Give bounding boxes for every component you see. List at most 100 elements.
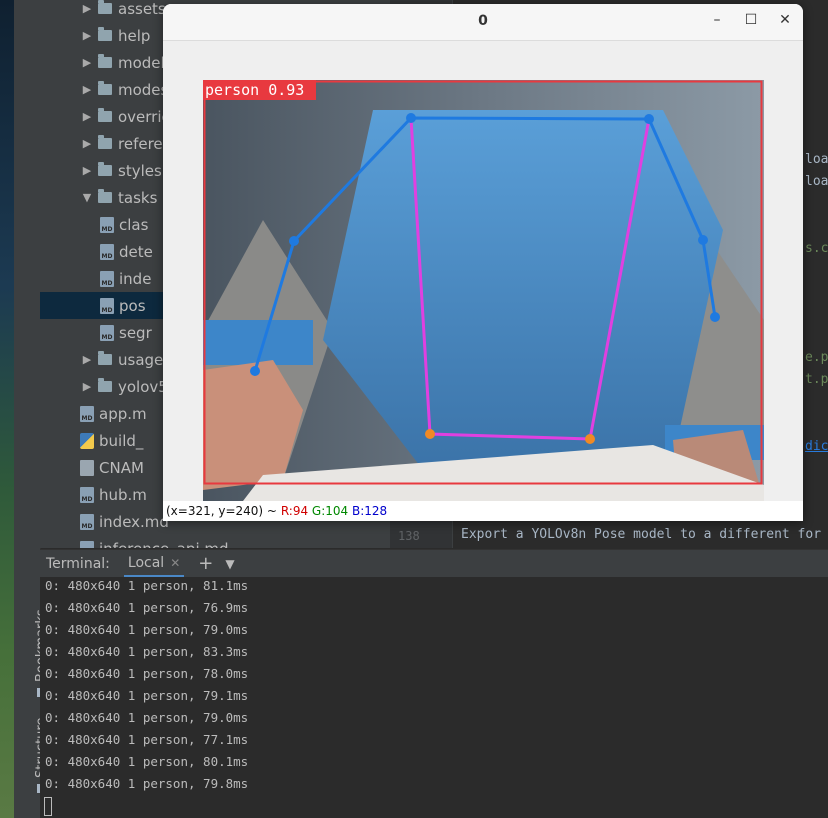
- markdown-file-icon: MD: [80, 540, 94, 548]
- tree-item-label: index.md: [99, 512, 169, 531]
- python-file-icon: [80, 432, 94, 449]
- tree-item-label: app.m: [99, 404, 147, 423]
- pixel-status-bar: (x=321, y=240) ~ R:94 G:104 B:128: [163, 501, 803, 521]
- tree-item-label: segr: [119, 323, 152, 342]
- terminal-line: 0: 480x640 1 person, 81.1ms: [45, 578, 249, 593]
- add-icon[interactable]: +: [198, 553, 213, 574]
- markdown-file-icon: MD: [80, 513, 94, 530]
- cursor-coords: (x=321, y=240) ~: [166, 504, 277, 518]
- markdown-file-icon: MD: [100, 297, 114, 314]
- tree-item-label: dete: [119, 242, 153, 261]
- keypoint-left-shoulder: [406, 113, 416, 123]
- detection-label: person 0.93: [205, 81, 304, 99]
- keypoint-left-elbow: [289, 236, 299, 246]
- jacket: [323, 110, 723, 470]
- desktop-background: [0, 0, 14, 818]
- chevron-right-icon[interactable]: ▶: [80, 83, 94, 96]
- markdown-file-icon: MD: [80, 486, 94, 503]
- keypoint-left-wrist: [250, 366, 260, 376]
- red-value: R:94: [280, 504, 309, 518]
- image-window[interactable]: 0 – ☐ ✕ person 0.93 (x=321, y=240) ~ R:9…: [163, 4, 803, 521]
- terminal-toolbar: Terminal: Local ✕ + ▼: [40, 549, 828, 577]
- terminal-tab-local[interactable]: Local ✕: [123, 550, 185, 577]
- code-line: Export a YOLOv8n Pose model to a differe…: [461, 527, 822, 542]
- folder-icon: [98, 351, 112, 365]
- markdown-file-icon: MD: [80, 405, 94, 422]
- chevron-right-icon[interactable]: ▶: [80, 380, 94, 393]
- terminal-label: Terminal:: [46, 555, 110, 572]
- maximize-icon[interactable]: ☐: [741, 12, 761, 28]
- ide-tool-strip: Bookmarks Structure: [14, 0, 49, 818]
- tree-item-label: inference_api.md: [99, 540, 229, 549]
- code-fragment: s.c: [805, 241, 828, 256]
- tree-item-label: assets: [118, 0, 166, 18]
- camera-frame: person 0.93: [203, 80, 764, 501]
- tree-item-label: refere: [118, 134, 163, 153]
- folder-icon: [98, 81, 112, 95]
- terminal-line: 0: 480x640 1 person, 79.0ms: [45, 622, 249, 637]
- tree-item-label: overric: [118, 107, 170, 126]
- chevron-right-icon[interactable]: ▶: [80, 110, 94, 123]
- chevron-down-icon[interactable]: ▼: [80, 191, 94, 204]
- tree-item-label: inde: [119, 269, 152, 288]
- blue-value: B:128: [352, 504, 388, 518]
- terminal-line: 0: 480x640 1 person, 80.1ms: [45, 754, 249, 769]
- text-file-icon: [80, 459, 94, 476]
- tree-item-label: clas: [119, 215, 149, 234]
- tree-item-label: modes: [118, 80, 169, 99]
- folder-icon: [98, 108, 112, 122]
- tree-item-label: model: [118, 53, 165, 72]
- keypoint-right-wrist: [710, 312, 720, 322]
- folder-icon: [98, 135, 112, 149]
- chevron-right-icon[interactable]: ▶: [80, 56, 94, 69]
- tree-item-label: CNAM: [99, 458, 144, 477]
- tree-item-label: tasks: [118, 188, 158, 207]
- tree-item-label: yolov5: [118, 377, 168, 396]
- tree-item-label: usage: [118, 350, 164, 369]
- window-titlebar[interactable]: 0 – ☐ ✕: [163, 4, 803, 41]
- terminal-line: 0: 480x640 1 person, 79.0ms: [45, 710, 249, 725]
- terminal-cursor: [44, 797, 52, 816]
- close-window-icon[interactable]: ✕: [775, 12, 795, 28]
- line-number: 138: [398, 529, 420, 543]
- chevron-down-icon[interactable]: ▼: [225, 557, 234, 571]
- close-icon[interactable]: ✕: [170, 556, 180, 570]
- folder-icon: [98, 189, 112, 203]
- code-fragment: t.p: [805, 372, 828, 387]
- keypoint-left-hip: [425, 429, 435, 439]
- folder-icon: [98, 162, 112, 176]
- folder-icon: [98, 27, 112, 41]
- markdown-file-icon: MD: [100, 324, 114, 341]
- keypoint-right-elbow: [698, 235, 708, 245]
- chevron-right-icon[interactable]: ▶: [80, 353, 94, 366]
- terminal-output[interactable]: 0: 480x640 1 person, 81.1ms 0: 480x640 1 …: [40, 577, 828, 818]
- markdown-file-icon: MD: [100, 216, 114, 233]
- tree-item-label: hub.m: [99, 485, 147, 504]
- tree-item-label: help: [118, 26, 151, 45]
- terminal-line: 0: 480x640 1 person, 83.3ms: [45, 644, 249, 659]
- minimize-icon[interactable]: –: [707, 12, 727, 28]
- terminal-line: 0: 480x640 1 person, 77.1ms: [45, 732, 249, 747]
- code-fragment: e.p: [805, 350, 828, 365]
- terminal-line: 0: 480x640 1 person, 79.8ms: [45, 776, 249, 791]
- chevron-right-icon[interactable]: ▶: [80, 137, 94, 150]
- terminal-line: 0: 480x640 1 person, 79.1ms: [45, 688, 249, 703]
- folder-icon: [98, 378, 112, 392]
- code-fragment: loa: [805, 174, 828, 189]
- tree-item[interactable]: MD inference_api.md: [40, 535, 390, 548]
- chevron-right-icon[interactable]: ▶: [80, 164, 94, 177]
- chevron-right-icon[interactable]: ▶: [80, 2, 94, 15]
- keypoint-right-shoulder: [644, 114, 654, 124]
- code-link-fragment[interactable]: dic: [805, 439, 828, 454]
- markdown-file-icon: MD: [100, 270, 114, 287]
- terminal-line: 0: 480x640 1 person, 76.9ms: [45, 600, 249, 615]
- tree-item-label: pos: [119, 296, 146, 315]
- keypoint-right-hip: [585, 434, 595, 444]
- green-value: G:104: [311, 504, 349, 518]
- terminal-line: 0: 480x640 1 person, 78.0ms: [45, 666, 249, 681]
- folder-icon: [98, 54, 112, 68]
- chevron-right-icon[interactable]: ▶: [80, 29, 94, 42]
- tree-item-label: build_: [99, 431, 144, 450]
- markdown-file-icon: MD: [100, 243, 114, 260]
- code-fragment: loa: [805, 152, 828, 167]
